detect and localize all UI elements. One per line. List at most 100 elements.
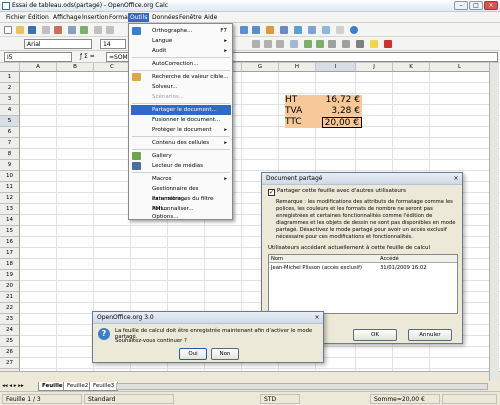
zoom-icon[interactable] — [336, 26, 344, 34]
row-header-16[interactable]: 16 — [0, 237, 20, 248]
row-header-17[interactable]: 17 — [0, 248, 20, 259]
row-header-7[interactable]: 7 — [0, 138, 20, 149]
copy-icon[interactable] — [106, 26, 114, 34]
column-header-a[interactable]: A — [20, 63, 57, 72]
row-header-24[interactable]: 24 — [0, 325, 20, 336]
currency-format-icon[interactable] — [304, 40, 312, 48]
select-all-corner[interactable] — [0, 63, 20, 72]
column-header-g[interactable]: G — [242, 63, 279, 72]
column-header-h[interactable]: H — [279, 63, 316, 72]
chart-icon[interactable] — [266, 26, 274, 34]
sort-descending-icon[interactable] — [252, 26, 260, 34]
sort-icon[interactable] — [240, 26, 248, 34]
tab-feuille3[interactable]: Feuille3 — [89, 382, 119, 391]
font-name-combo[interactable]: Arial — [24, 39, 92, 49]
name-box[interactable]: I5 — [4, 52, 72, 62]
menu-item-lecteur-medias[interactable]: Lecteur de médias — [131, 161, 231, 171]
menu-item-fusionner-document[interactable]: Fusionner le document... — [131, 115, 231, 125]
tab-feuille2[interactable]: Feuille2 — [63, 382, 93, 391]
cut-icon[interactable] — [94, 26, 102, 34]
font-color-icon[interactable] — [384, 40, 392, 48]
zoom-slider[interactable] — [442, 394, 497, 404]
close-button[interactable]: × — [484, 1, 498, 10]
menu-edition[interactable]: Édition — [26, 13, 51, 22]
draw-icon[interactable] — [280, 26, 288, 34]
help-icon[interactable] — [350, 26, 358, 34]
row-header-13[interactable]: 13 — [0, 204, 20, 215]
row-header-3[interactable]: 3 — [0, 94, 20, 105]
decimal-add-icon[interactable] — [328, 40, 336, 48]
row-header-8[interactable]: 8 — [0, 149, 20, 160]
row-header-25[interactable]: 25 — [0, 336, 20, 347]
horizontal-scrollbar[interactable] — [116, 383, 488, 390]
close-icon[interactable]: × — [313, 314, 321, 322]
cell-i5-selected[interactable]: 20,00 € — [322, 117, 362, 128]
row-header-19[interactable]: 19 — [0, 270, 20, 281]
close-icon[interactable]: × — [452, 175, 460, 183]
menu-fichier[interactable]: Fichier — [4, 13, 28, 22]
row-header-12[interactable]: 12 — [0, 193, 20, 204]
column-header-b[interactable]: B — [57, 63, 94, 72]
row-header-23[interactable]: 23 — [0, 314, 20, 325]
column-header-nom[interactable]: Nom — [271, 256, 283, 262]
print-icon[interactable] — [68, 26, 76, 34]
spellcheck-toolbar-icon[interactable] — [80, 26, 88, 34]
cell-i4[interactable]: 3,28 € — [322, 106, 362, 117]
menu-affichage[interactable]: Affichage — [51, 13, 83, 22]
column-header-c[interactable]: C — [94, 63, 131, 72]
row-header-14[interactable]: 14 — [0, 215, 20, 226]
row-header-15[interactable]: 15 — [0, 226, 20, 237]
row-header-5[interactable]: 5 — [0, 116, 20, 127]
align-right-icon[interactable] — [276, 40, 284, 48]
column-header-j[interactable]: J — [356, 63, 393, 72]
percent-format-icon[interactable] — [316, 40, 324, 48]
cell-h4[interactable]: TVA — [285, 106, 322, 117]
column-header-i[interactable]: I — [316, 63, 356, 72]
menu-item-filtre-xml[interactable]: Paramétrages du filtre XML... — [131, 194, 231, 212]
export-pdf-icon[interactable] — [54, 26, 62, 34]
menu-item-solveur[interactable]: Solveur... — [131, 82, 231, 92]
row-header-10[interactable]: 10 — [0, 171, 20, 182]
row-header-2[interactable]: 2 — [0, 83, 20, 94]
row-header-22[interactable]: 22 — [0, 303, 20, 314]
edit-icon[interactable] — [42, 26, 50, 34]
gallery-toolbar-icon[interactable] — [322, 26, 330, 34]
column-header-l[interactable]: L — [430, 63, 490, 72]
menu-item-recherche-valeur-cible[interactable]: Recherche de valeur cible... — [131, 72, 231, 82]
maximize-button[interactable]: □ — [469, 1, 483, 10]
function-wizard-icon[interactable]: ƒ Σ = — [80, 53, 95, 60]
new-document-icon[interactable] — [4, 26, 12, 34]
row-header-21[interactable]: 21 — [0, 292, 20, 303]
open-icon[interactable] — [16, 26, 24, 34]
menu-fenetre[interactable]: Fenêtre — [177, 13, 204, 22]
vertical-scrollbar[interactable] — [489, 63, 499, 381]
status-mode[interactable]: STD — [260, 394, 300, 404]
row-header-1[interactable]: 1 — [0, 72, 20, 83]
align-center-icon[interactable] — [264, 40, 272, 48]
row-header-11[interactable]: 11 — [0, 182, 20, 193]
menu-item-gallery[interactable]: Gallery — [131, 151, 231, 161]
menu-item-proteger-document[interactable]: Protéger le document ▸ — [131, 125, 231, 135]
row-header-18[interactable]: 18 — [0, 259, 20, 270]
merge-cells-icon[interactable] — [290, 40, 298, 48]
find-icon[interactable] — [294, 26, 302, 34]
menu-item-orthographe[interactable]: Orthographe... F7 — [131, 26, 231, 36]
align-left-icon[interactable] — [252, 40, 260, 48]
menu-item-personnaliser[interactable]: Personnaliser... — [131, 204, 231, 214]
menu-item-macros[interactable]: Macros ▸ — [131, 174, 231, 184]
share-checkbox[interactable]: ✓ — [268, 189, 275, 196]
column-header-k[interactable]: K — [393, 63, 430, 72]
menu-aide[interactable]: Aide — [202, 13, 219, 22]
users-list[interactable]: Nom Accédé Jean-Michel Plisson (accès ex… — [268, 254, 458, 314]
menu-item-gestionnaire-extensions[interactable]: Gestionnaire des extensions... — [131, 184, 231, 202]
menu-item-audit[interactable]: Audit ▸ — [131, 46, 231, 56]
menu-item-autocorrection[interactable]: AutoCorrection... — [131, 59, 231, 69]
cancel-button[interactable]: Annuler — [408, 329, 452, 341]
menu-item-contenu-cellules[interactable]: Contenu des cellules ▸ — [131, 138, 231, 148]
row-header-26[interactable]: 26 — [0, 347, 20, 358]
no-button[interactable]: Non — [211, 348, 239, 360]
navigator-icon[interactable] — [308, 26, 316, 34]
row-header-6[interactable]: 6 — [0, 127, 20, 138]
column-header-accede[interactable]: Accédé — [380, 256, 399, 262]
menu-item-langue[interactable]: Langue ▸ — [131, 36, 231, 46]
